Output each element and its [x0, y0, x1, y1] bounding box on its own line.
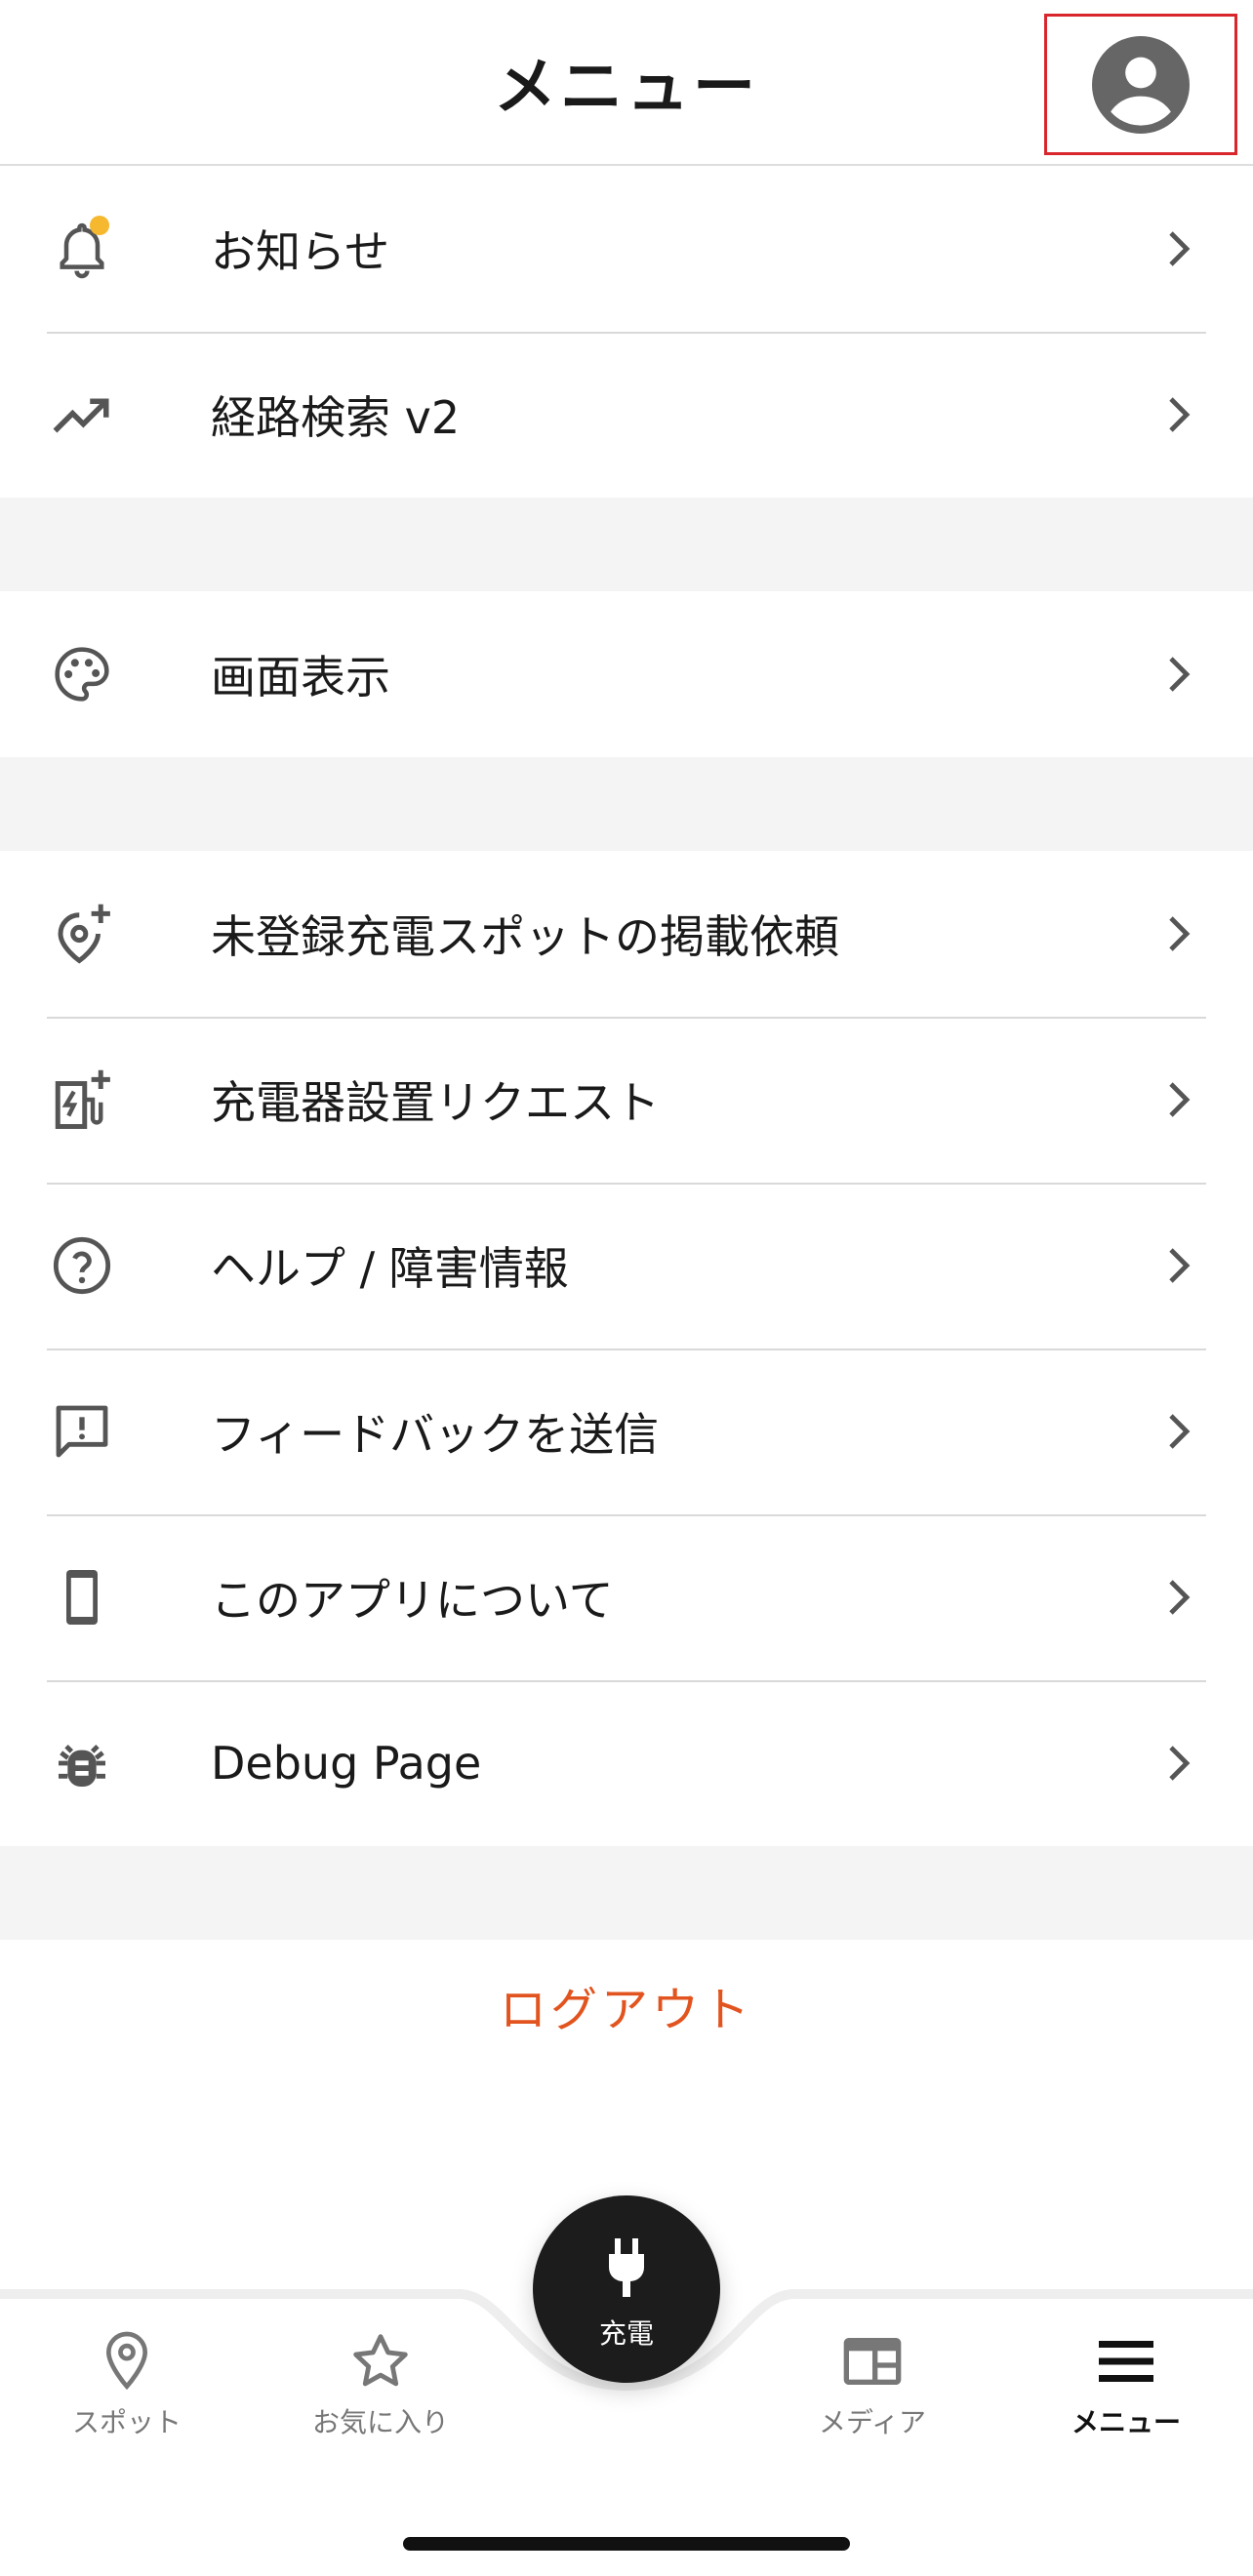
map-pin-icon	[29, 2327, 224, 2395]
notification-badge	[90, 216, 109, 235]
feedback-icon	[47, 1396, 117, 1467]
chevron-right-icon	[1161, 1576, 1196, 1619]
menu-item-about[interactable]: このアプリについて	[0, 1514, 1253, 1680]
tab-label: メディア	[818, 2406, 927, 2438]
tab-label: メニュー	[1071, 2406, 1181, 2438]
account-circle-icon	[1092, 35, 1190, 134]
star-icon	[283, 2327, 478, 2395]
menu-section-3: 未登録充電スポットの掲載依頼 充電器設置リクエスト ヘルプ / 障害情報 フィー…	[0, 851, 1253, 1846]
app-header: メニュー	[0, 0, 1253, 166]
menu-item-display[interactable]: 画面表示	[0, 591, 1253, 757]
chevron-right-icon	[1161, 1742, 1196, 1785]
tab-menu[interactable]: メニュー	[1029, 2327, 1224, 2440]
section-divider	[0, 757, 1253, 851]
menu-item-label: 充電器設置リクエスト	[211, 1076, 660, 1129]
chevron-right-icon	[1161, 227, 1196, 270]
section-divider	[0, 498, 1253, 591]
menu-item-label: ヘルプ / 障害情報	[211, 1242, 569, 1295]
tab-label: スポット	[71, 2406, 182, 2438]
profile-button[interactable]	[1044, 14, 1237, 155]
menu-item-request-spot-listing[interactable]: 未登録充電スポットの掲載依頼	[0, 851, 1253, 1017]
menu-item-route-search[interactable]: 経路検索 v2	[0, 332, 1253, 498]
menu-item-charger-request[interactable]: 充電器設置リクエスト	[0, 1017, 1253, 1183]
menu-item-feedback[interactable]: フィードバックを送信	[0, 1348, 1253, 1514]
menu-item-notifications[interactable]: お知らせ	[0, 166, 1253, 332]
menu-item-label: お知らせ	[211, 225, 390, 278]
ev-charger-add-icon	[47, 1065, 117, 1135]
menu-section-2: 画面表示	[0, 591, 1253, 757]
menu-item-label: フィードバックを送信	[211, 1408, 660, 1461]
chevron-right-icon	[1161, 393, 1196, 436]
bell-icon	[47, 214, 117, 284]
menu-item-label: 経路検索 v2	[211, 391, 461, 444]
menu-item-label: 画面表示	[211, 651, 390, 704]
logout-button[interactable]: ログアウト	[0, 1971, 1253, 2039]
menu-item-label: Debug Page	[211, 1737, 482, 1790]
fab-label: 充電	[598, 2317, 654, 2350]
menu-item-label: 未登録充電スポットの掲載依頼	[211, 910, 839, 963]
home-indicator	[403, 2537, 850, 2551]
hamburger-menu-icon	[1029, 2327, 1224, 2395]
help-circle-icon	[47, 1230, 117, 1301]
tab-favorites[interactable]: お気に入り	[283, 2327, 478, 2440]
section-divider	[0, 1846, 1253, 1940]
chevron-right-icon	[1161, 1410, 1196, 1453]
charge-fab-button[interactable]: 充電	[533, 2195, 720, 2383]
menu-item-debug-page[interactable]: Debug Page	[0, 1680, 1253, 1846]
add-location-icon	[47, 899, 117, 969]
chevron-right-icon	[1161, 1244, 1196, 1287]
menu-section-1: お知らせ 経路検索 v2	[0, 166, 1253, 498]
palette-icon	[47, 639, 117, 709]
chevron-right-icon	[1161, 912, 1196, 955]
menu-item-label: このアプリについて	[211, 1574, 614, 1627]
web-layout-icon	[775, 2327, 970, 2395]
tab-label: お気に入り	[311, 2406, 449, 2438]
plug-icon	[533, 2236, 720, 2299]
menu-item-help[interactable]: ヘルプ / 障害情報	[0, 1183, 1253, 1348]
chevron-right-icon	[1161, 1078, 1196, 1121]
trending-up-icon	[47, 380, 117, 450]
tab-media[interactable]: メディア	[775, 2327, 970, 2440]
tab-spot[interactable]: スポット	[29, 2327, 224, 2440]
smartphone-icon	[47, 1562, 117, 1632]
bug-icon	[47, 1728, 117, 1798]
chevron-right-icon	[1161, 653, 1196, 696]
